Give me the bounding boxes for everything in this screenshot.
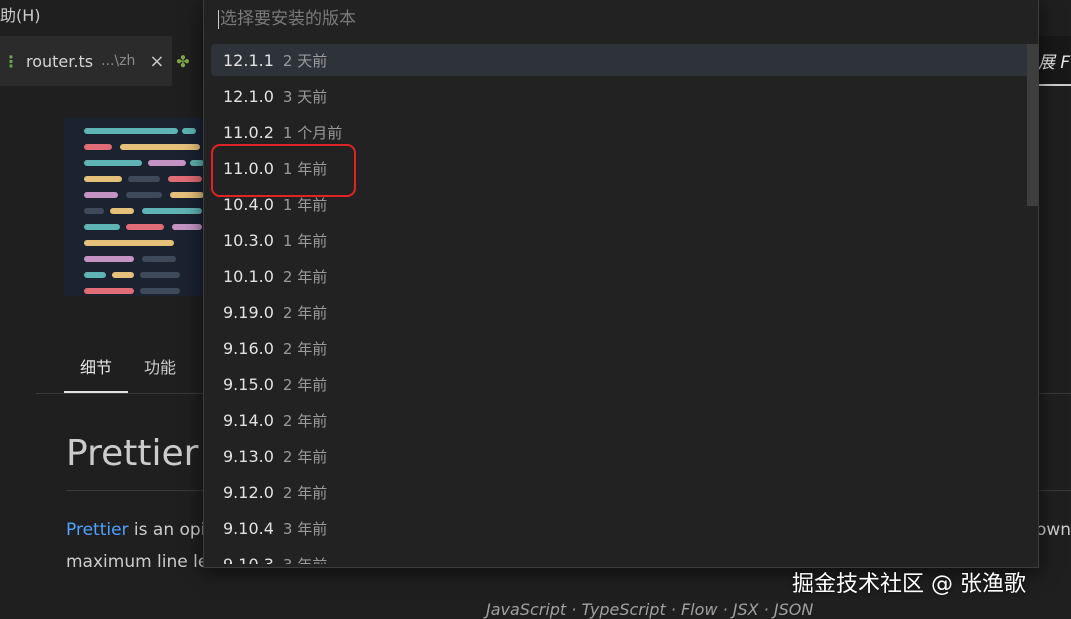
- version-number: 9.16.0: [223, 338, 274, 358]
- tab-extension-right[interactable]: 展 F: [1038, 36, 1071, 86]
- tab-router-ts[interactable]: ⋮ router.ts ...\zh ×: [0, 36, 172, 86]
- logo-bar: [84, 208, 104, 214]
- version-number: 9.12.0: [223, 482, 274, 502]
- logo-bar: [84, 288, 134, 294]
- tab-router-name: router.ts: [26, 51, 94, 71]
- version-number: 9.10.4: [223, 518, 274, 538]
- version-item[interactable]: 12.1.1 2 天前: [211, 44, 1033, 76]
- version-item[interactable]: 9.16.0 2 年前: [211, 332, 1033, 364]
- version-item[interactable]: 9.15.0 2 年前: [211, 368, 1033, 400]
- readme-paragraph-1: Prettier is an opi: [66, 520, 205, 540]
- version-number: 10.3.0: [223, 230, 274, 250]
- version-age: 1 年前: [282, 231, 328, 250]
- readme-paragraph-1-end: own: [1036, 520, 1071, 540]
- logo-bar: [190, 160, 204, 166]
- subtab-features[interactable]: 功能: [144, 345, 176, 393]
- logo-bar: [84, 160, 142, 166]
- logo-bar: [84, 240, 174, 246]
- version-age: 3 年前: [282, 519, 328, 538]
- watermark: 掘金技术社区 @ 张渔歌: [792, 572, 1026, 597]
- readme-paragraph-2: maximum line len: [66, 552, 220, 572]
- version-number: 12.1.1: [223, 50, 274, 70]
- logo-bar: [140, 272, 180, 278]
- version-list-scrollbar[interactable]: [1027, 44, 1038, 206]
- subtab-details[interactable]: 细节: [64, 345, 128, 393]
- logo-bar: [172, 224, 202, 230]
- tab-extension[interactable]: ✤: [172, 36, 202, 86]
- prettier-logo: [64, 118, 204, 296]
- version-list: 12.1.1 2 天前 12.1.0 3 天前 11.0.2 1 个月前 11.0.0 1 年…: [211, 44, 1033, 564]
- logo-bar: [84, 256, 134, 262]
- logo-bar: [84, 272, 106, 278]
- logo-bar: [112, 272, 134, 278]
- version-item[interactable]: 10.1.0 2 年前: [211, 260, 1033, 292]
- logo-bar: [84, 224, 120, 230]
- typescript-file-icon: ⋮: [3, 51, 19, 71]
- extension-readme-title: Prettier I: [66, 433, 221, 474]
- logo-bar: [168, 176, 202, 182]
- logo-bar: [170, 192, 204, 198]
- version-age: 2 年前: [282, 267, 328, 286]
- version-number: 9.10.3: [223, 554, 274, 565]
- version-number: 9.13.0: [223, 446, 274, 466]
- version-item[interactable]: 9.10.4 3 年前: [211, 512, 1033, 544]
- close-icon[interactable]: ×: [149, 51, 164, 72]
- logo-bar: [126, 192, 162, 198]
- version-item[interactable]: 9.12.0 2 年前: [211, 476, 1033, 508]
- readme-paragraph-1-text: is an opi: [128, 520, 206, 540]
- version-number: 10.1.0: [223, 266, 274, 286]
- logo-bar: [84, 128, 178, 134]
- supported-languages: JavaScript · TypeScript · Flow · JSX · J…: [486, 600, 814, 619]
- version-search-placeholder: 选择要安装的版本: [220, 9, 356, 29]
- logo-bar: [142, 208, 202, 214]
- highlight-annotation: [211, 144, 356, 197]
- logo-bar: [182, 128, 196, 134]
- version-number: 9.19.0: [223, 302, 274, 322]
- logo-bar: [128, 176, 160, 182]
- version-search-input[interactable]: 选择要安装的版本: [218, 4, 1026, 34]
- version-age: 3 年前: [283, 554, 327, 565]
- version-quick-pick: 选择要安装的版本 12.1.1 2 天前 12.1.0 3 天前 11.0.2 1 个月前…: [203, 0, 1039, 568]
- logo-bar: [110, 208, 134, 214]
- version-age: 2 年前: [282, 339, 328, 358]
- version-age: 2 年前: [282, 447, 328, 466]
- logo-bar: [140, 288, 180, 294]
- logo-bar: [142, 256, 176, 262]
- version-age: 2 年前: [282, 411, 328, 430]
- version-number: 12.1.0: [223, 86, 274, 106]
- version-number: 10.4.0: [223, 194, 274, 214]
- logo-bar: [126, 224, 164, 230]
- version-number: 9.14.0: [223, 410, 274, 430]
- logo-bar: [84, 176, 122, 182]
- version-age: 2 天前: [282, 51, 328, 70]
- version-item[interactable]: 9.14.0 2 年前: [211, 404, 1033, 436]
- prettier-link[interactable]: Prettier: [66, 520, 129, 540]
- version-number: 9.15.0: [223, 374, 274, 394]
- version-item[interactable]: 12.1.0 3 天前: [211, 80, 1033, 112]
- text-caret: [218, 9, 219, 29]
- version-age: 2 年前: [282, 375, 328, 394]
- tab-router-path: ...\zh: [101, 53, 136, 69]
- version-item[interactable]: 9.19.0 2 年前: [211, 296, 1033, 328]
- logo-bar: [148, 160, 186, 166]
- logo-bar: [120, 144, 200, 150]
- version-age: 2 年前: [282, 303, 328, 322]
- version-age: 1 个月前: [282, 123, 343, 142]
- version-age: 2 年前: [282, 483, 328, 502]
- logo-bar: [84, 144, 112, 150]
- menu-help[interactable]: 助(H): [0, 2, 41, 26]
- version-item[interactable]: 9.10.3 3 年前: [211, 548, 1033, 565]
- version-item[interactable]: 10.3.0 1 年前: [211, 224, 1033, 256]
- version-age: 3 天前: [282, 87, 328, 106]
- version-item[interactable]: 9.13.0 2 年前: [211, 440, 1033, 472]
- extension-icon: ✤: [176, 51, 190, 71]
- version-number: 11.0.2: [223, 122, 274, 142]
- logo-bar: [84, 192, 118, 198]
